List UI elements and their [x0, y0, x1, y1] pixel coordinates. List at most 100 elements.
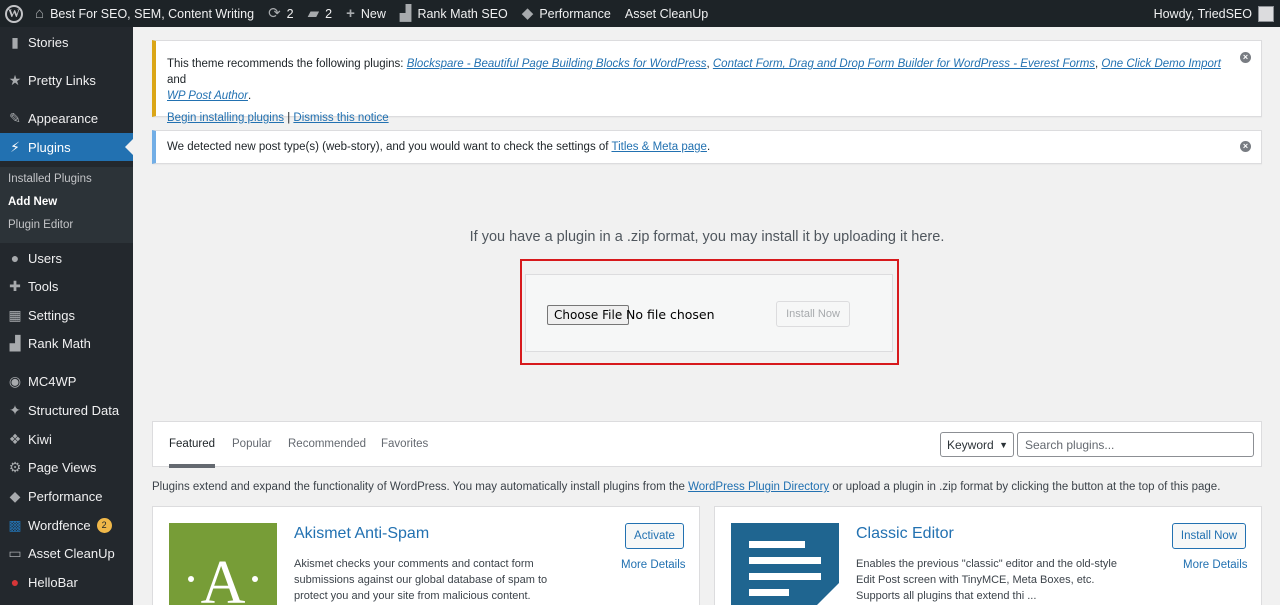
rank-math-link[interactable]: ▟ Rank Math SEO [393, 0, 515, 27]
plugin-description: Enables the previous "classic" editor an… [856, 558, 1117, 602]
titles-meta-link[interactable]: Titles & Meta page [611, 141, 706, 153]
plugin-link-wp-post-author[interactable]: WP Post Author [167, 90, 248, 102]
sidebar-item-mc4wp[interactable]: ◉ MC4WP [0, 367, 133, 395]
howdy-text: Howdy, TriedSEO [1153, 6, 1252, 21]
sidebar-item-rank-math[interactable]: ▟ Rank Math [0, 329, 133, 357]
updates-link[interactable]: ⟳ 2 [261, 0, 301, 27]
pin-icon: ✦ [9, 401, 21, 418]
site-name-link[interactable]: ⌂ Best For SEO, SEM, Content Writing [28, 0, 261, 27]
new-content-link[interactable]: + New [339, 0, 393, 27]
close-icon[interactable]: × [1240, 141, 1251, 152]
sidebar-item-kiwi[interactable]: ❖ Kiwi [0, 425, 133, 453]
sidebar-item-structured-data[interactable]: ✦ Structured Data [0, 396, 133, 424]
plugin-name-link[interactable]: Classic Editor [856, 525, 954, 543]
upload-highlight [520, 259, 899, 365]
comments-count: 2 [325, 6, 333, 21]
sidebar-item-page-views[interactable]: ⚙ Page Views [0, 453, 133, 481]
sidebar-item-asset-cleanup[interactable]: ▭ Asset CleanUp [0, 539, 133, 567]
asset-cleanup-link[interactable]: Asset CleanUp [618, 0, 715, 27]
theme-plugins-notice: This theme recommends the following plug… [152, 40, 1262, 124]
sidebar-item-label: Tools [28, 278, 59, 294]
tab-popular[interactable]: Popular [232, 438, 272, 450]
svg-text:A: A [201, 549, 246, 605]
asset-cleanup-label: Asset CleanUp [624, 6, 709, 21]
search-type-value: Keyword [947, 437, 994, 452]
plugin-card-akismet: A Akismet Anti-Spam Akismet checks your … [152, 506, 700, 605]
upload-instruction: If you have a plugin in a .zip format, y… [469, 229, 945, 245]
akismet-logo-icon: A [169, 523, 277, 605]
sidebar-item-tools[interactable]: ✚ Tools [0, 272, 133, 300]
share-icon: ❖ [8, 430, 22, 447]
notice-text: We detected new post type(s) (web-story)… [167, 141, 711, 153]
settings-icon: ▦ [8, 306, 22, 323]
hellobar-icon: ● [10, 574, 20, 590]
sidebar-item-label: Pretty Links [28, 72, 96, 88]
plugin-link-everest-forms[interactable]: Contact Form, Drag and Drop Form Builder… [713, 58, 1095, 70]
sidebar-item-label: Plugins [28, 139, 71, 155]
comments-link[interactable]: ▰ 2 [301, 0, 340, 27]
wordfence-badge: 2 [96, 517, 112, 533]
rank-math-notice: We detected new post type(s) (web-story)… [152, 130, 1262, 164]
performance-icon: ◆ [9, 487, 21, 504]
plugins-submenu: Installed Plugins Add New Plugin Editor [0, 167, 133, 243]
plugin-link-ocdi[interactable]: One Click Demo Import [1101, 58, 1221, 70]
sidebar-item-label: Page Views [28, 459, 97, 475]
sidebar-item-label: Rank Math [28, 335, 91, 351]
wordpress-logo-icon[interactable]: W [0, 0, 28, 27]
sidebar-item-label: Kiwi [28, 431, 52, 447]
avatar [1258, 5, 1274, 22]
performance-link[interactable]: ◆ Performance [515, 0, 618, 27]
plugin-card-classic-editor: Classic Editor Enables the previous "cla… [714, 506, 1262, 605]
more-details-link[interactable]: More Details [1183, 559, 1248, 571]
site-name: Best For SEO, SEM, Content Writing [50, 6, 255, 21]
activate-button[interactable]: Activate [625, 523, 684, 549]
tab-recommended[interactable]: Recommended [288, 438, 366, 450]
brush-icon: ✎ [9, 109, 21, 126]
sidebar-item-performance[interactable]: ◆ Performance [0, 482, 133, 510]
sidebar-item-label: Wordfence [28, 517, 91, 533]
sidebar-item-stories[interactable]: ▮ Stories [0, 28, 133, 56]
sidebar-item-label: Performance [28, 488, 103, 504]
updates-count: 2 [286, 6, 294, 21]
plus-icon: + [346, 5, 355, 22]
close-icon[interactable]: × [1240, 52, 1251, 63]
dismiss-notice-link[interactable]: Dismiss this notice [293, 112, 388, 124]
plugin-name-link[interactable]: Akismet Anti-Spam [294, 525, 429, 543]
stories-icon: ▮ [11, 33, 19, 50]
sidebar-item-settings[interactable]: ▦ Settings [0, 301, 133, 329]
plugin-description: Akismet checks your comments and contact… [294, 558, 548, 602]
sidebar-item-plugins[interactable]: ⚡ Plugins [0, 133, 133, 161]
sidebar-item-pretty-links[interactable]: ★ Pretty Links [0, 66, 133, 94]
my-account-link[interactable]: Howdy, TriedSEO [1147, 0, 1274, 27]
sidebar-item-wordfence[interactable]: ▩ Wordfence 2 [0, 511, 133, 539]
sidebar-item-appearance[interactable]: ✎ Appearance [0, 104, 133, 132]
sidebar-item-label: Appearance [28, 110, 99, 126]
plugin-link-blockspare[interactable]: Blockspare - Beautiful Page Building Blo… [407, 58, 707, 70]
performance-icon: ◆ [521, 5, 534, 22]
wordfence-icon: ▩ [8, 516, 22, 533]
mc4wp-icon: ◉ [8, 372, 22, 389]
tab-favorites[interactable]: Favorites [381, 438, 428, 450]
tab-featured[interactable]: Featured [169, 438, 216, 468]
search-type-select[interactable]: Keyword ▼ [940, 432, 1014, 457]
more-details-link[interactable]: More Details [621, 559, 686, 571]
updates-icon: ⟳ [268, 5, 281, 22]
search-plugins-input[interactable] [1017, 432, 1254, 457]
sidebar-item-label: Structured Data [28, 402, 120, 418]
submenu-installed-plugins[interactable]: Installed Plugins [8, 173, 92, 185]
rank-math-label: Rank Math SEO [417, 6, 508, 21]
sidebar-item-users[interactable]: ● Users [0, 244, 133, 272]
install-now-button[interactable]: Install Now [1172, 523, 1246, 549]
plugin-directory-link[interactable]: WordPress Plugin Directory [688, 481, 829, 493]
plugin-filter-bar: Featured Popular Recommended Favorites K… [152, 421, 1262, 468]
sidebar-item-label: Asset CleanUp [28, 545, 115, 561]
sidebar-item-hellobar[interactable]: ● HelloBar [0, 568, 133, 596]
asset-icon: ▭ [8, 544, 22, 561]
submenu-plugin-editor[interactable]: Plugin Editor [8, 219, 73, 231]
rank-math-icon: ▟ [399, 5, 412, 22]
star-icon: ★ [8, 71, 22, 88]
new-label: New [360, 6, 386, 21]
home-icon: ⌂ [35, 5, 45, 22]
submenu-add-new[interactable]: Add New [8, 196, 57, 208]
begin-installing-link[interactable]: Begin installing plugins [167, 112, 284, 124]
